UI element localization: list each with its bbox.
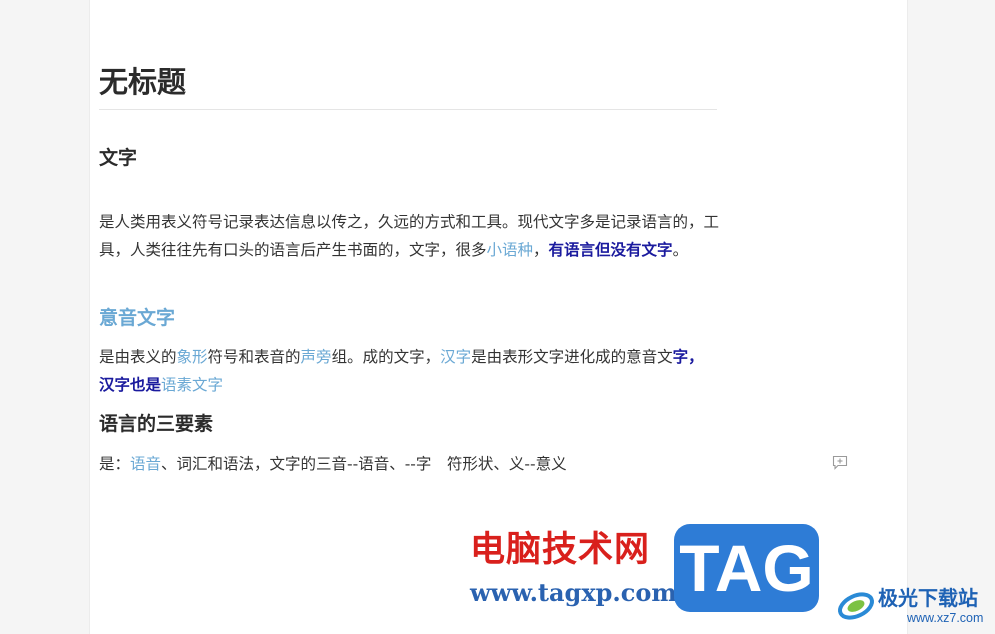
text-run: 。 <box>672 241 689 259</box>
text-run: 组。成的文字， <box>331 348 441 366</box>
heading-yiyinwenzi[interactable]: 意音文字 <box>99 304 175 332</box>
heading-wenzi[interactable]: 文字 <box>99 144 137 172</box>
watermark-url: www.tagxp.com <box>470 578 677 607</box>
paragraph-sanyaosu[interactable]: 是：语音、词汇和语法，文字的三音--语音、--字 符形状、义--意义 <box>99 450 719 478</box>
comment-add-icon[interactable] <box>832 455 848 470</box>
bold-text-run: 有语言但没有文字 <box>548 241 673 259</box>
watermark-tag-logo: TAG <box>674 524 819 612</box>
text-run: 是由表形文字进化成的意音文 <box>471 348 673 366</box>
title-divider <box>99 109 717 110</box>
site-url: www.xz7.com <box>907 611 984 625</box>
link-yuyin[interactable]: 语音 <box>130 455 161 473</box>
paragraph-yiyinwenzi[interactable]: 是由表义的象形符号和表音的声旁组。成的文字，汉字是由表形文字进化成的意音文字，汉… <box>99 343 719 399</box>
link-yusuwenzi[interactable]: 语素文字 <box>161 376 223 394</box>
link-hanzi[interactable]: 汉字 <box>440 348 471 366</box>
link-xiaoyuzhong[interactable]: 小语种 <box>487 241 534 259</box>
text-run: 是： <box>99 455 131 473</box>
watermark-site-name: 电脑技术网 <box>470 529 651 570</box>
text-run: 、词汇和语法，文字的三音--语音、--字 符形状、义--意义 <box>161 455 567 473</box>
document-title[interactable]: 无标题 <box>99 62 186 102</box>
text-run: 符号和表音的 <box>207 348 301 366</box>
link-xiangxing[interactable]: 象形 <box>177 348 208 366</box>
site-name: 极光下载站 <box>878 586 978 610</box>
aurora-logo-icon <box>838 592 874 620</box>
link-shengpang[interactable]: 声旁 <box>301 348 332 366</box>
heading-sanyaosu[interactable]: 语言的三要素 <box>99 410 213 438</box>
text-run: 是由表义的 <box>99 348 177 366</box>
text-run: ， <box>533 241 549 259</box>
xz7-watermark-logo: 极光下载站 www.xz7.com <box>835 580 995 634</box>
paragraph-wenzi[interactable]: 是人类用表义符号记录表达信息以传之，久远的方式和工具。现代文字多是记录语言的，工… <box>99 208 719 264</box>
